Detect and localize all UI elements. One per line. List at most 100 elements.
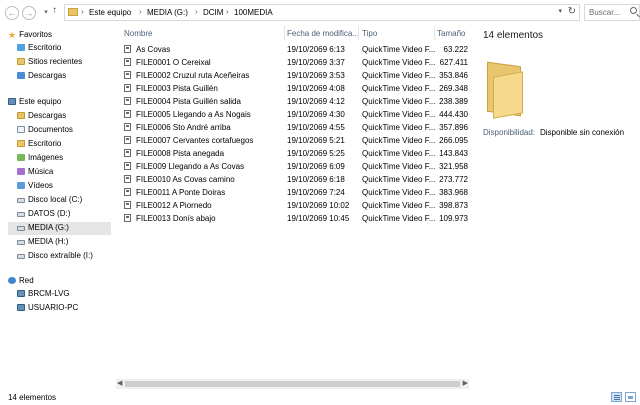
table-row[interactable]: FILE0011 A Ponte Doiras 19/10/2069 7:24 Qu…: [117, 187, 469, 199]
video-file-icon: [124, 175, 131, 183]
table-row[interactable]: FILE0012 A Piornedo 19/10/2069 10:02 Quick…: [117, 200, 469, 212]
video-file-icon: [124, 71, 131, 79]
nav-item-media-h[interactable]: MEDIA (H:): [17, 237, 68, 249]
video-file-icon: [124, 136, 131, 144]
table-row[interactable]: FILE0002 Cruzul ruta Aceñeiras 19/10/2069…: [117, 70, 469, 82]
scrollbar-thumb[interactable]: [125, 381, 460, 387]
file-size: 266.095: [439, 136, 468, 145]
table-row[interactable]: FILE0010 As Covas camino 19/10/2069 6:18 Q…: [117, 174, 469, 186]
chevron-right-icon[interactable]: ›: [139, 7, 142, 16]
chevron-right-icon[interactable]: ›: [195, 7, 198, 16]
column-divider[interactable]: [358, 26, 359, 40]
desktop-folder-icon: [17, 140, 25, 147]
horizontal-scrollbar[interactable]: ◀ ▶: [116, 379, 469, 389]
nav-item-media-g[interactable]: MEDIA (G:): [8, 222, 111, 235]
chevron-right-icon[interactable]: ›: [81, 7, 84, 16]
nav-label: MEDIA (H:): [28, 237, 69, 246]
removable-drive-icon: [17, 254, 25, 259]
table-row[interactable]: As Covas 19/10/2069 6:13 QuickTime Video F…: [117, 44, 469, 56]
search-icon[interactable]: [630, 7, 637, 14]
scroll-right-arrow-icon[interactable]: ▶: [463, 379, 468, 387]
file-type: QuickTime Video F...: [362, 71, 436, 80]
nav-label: Favoritos: [19, 30, 52, 39]
nav-item-descargas[interactable]: Descargas: [17, 111, 66, 123]
column-divider[interactable]: [434, 26, 435, 40]
breadcrumb-media-g[interactable]: MEDIA (G:): [147, 8, 188, 17]
nav-label: Imágenes: [28, 153, 64, 162]
column-header-type[interactable]: Tipo: [362, 29, 377, 43]
search-placeholder: Buscar...: [589, 8, 621, 17]
nav-favorites[interactable]: ★ Favoritos: [8, 30, 52, 42]
file-date: 19/10/2069 10:45: [287, 214, 350, 223]
file-size: 353.846: [439, 71, 468, 80]
details-view-button[interactable]: [611, 392, 622, 402]
nav-this-pc[interactable]: Este equipo: [8, 97, 61, 109]
breadcrumb-este-equipo[interactable]: Este equipo: [89, 8, 131, 17]
table-row[interactable]: FILE0005 Llegando a As Nogais 19/10/2069 …: [117, 109, 469, 121]
chevron-down-icon[interactable]: ▾: [558, 7, 562, 15]
nav-item-descargas-fav[interactable]: Descargas: [17, 71, 66, 83]
network-computer-icon: [17, 290, 25, 297]
folder-icon: [68, 8, 78, 16]
video-file-icon: [124, 97, 131, 105]
nav-item-usuario-pc[interactable]: USUARIO-PC: [17, 303, 78, 315]
recent-locations-icon[interactable]: ▾: [39, 6, 53, 20]
table-row[interactable]: FILE0001 O Cereixal 19/10/2069 3:37 QuickT…: [117, 57, 469, 69]
nav-item-imagenes[interactable]: Imágenes: [17, 153, 63, 165]
nav-label: Descargas: [28, 71, 67, 80]
breadcrumb-dcim[interactable]: DCIM: [203, 8, 223, 17]
nav-label: Red: [19, 276, 34, 285]
nav-item-brcm-lvg[interactable]: BRCM-LVG: [17, 289, 70, 301]
table-row[interactable]: FILE0004 Pista Guillén salida 19/10/2069 …: [117, 96, 469, 108]
nav-label: MEDIA (G:): [28, 223, 69, 232]
nav-item-escritorio-pc[interactable]: Escritorio: [17, 139, 61, 151]
nav-item-escritorio[interactable]: Escritorio: [17, 43, 61, 55]
scroll-left-arrow-icon[interactable]: ◀: [117, 379, 122, 387]
nav-label: Sitios recientes: [28, 57, 83, 66]
nav-network[interactable]: Red: [8, 276, 34, 288]
column-header-size[interactable]: Tamaño: [437, 29, 465, 43]
table-row[interactable]: FILE0013 Donís abajo 19/10/2069 10:45 Quic…: [117, 213, 469, 225]
details-view-line: [614, 397, 620, 398]
table-row[interactable]: FILE0006 Sto André arriba 19/10/2069 4:55…: [117, 122, 469, 134]
video-file-icon: [124, 214, 131, 222]
chevron-right-icon[interactable]: ›: [226, 7, 229, 16]
nav-item-musica[interactable]: Música: [17, 167, 53, 179]
file-size: 321.958: [439, 162, 468, 171]
nav-label: Disco extraíble (I:): [28, 251, 93, 260]
refresh-icon[interactable]: ↻: [568, 6, 576, 17]
table-row[interactable]: FILE009 Llegando a As Covas 19/10/2069 6:…: [117, 161, 469, 173]
item-count: 14 elementos: [483, 30, 544, 41]
network-computer-icon: [17, 304, 25, 311]
nav-label: Vídeos: [28, 181, 53, 190]
back-button[interactable]: ←: [5, 6, 19, 20]
file-size: 383.968: [439, 188, 468, 197]
column-header-name[interactable]: Nombre: [124, 29, 152, 43]
large-icons-view-button[interactable]: [625, 392, 636, 402]
column-divider[interactable]: [284, 26, 285, 40]
search-input[interactable]: Buscar...: [584, 4, 640, 21]
table-row[interactable]: FILE0007 Cervantes cortafuegos 19/10/2069…: [117, 135, 469, 147]
download-icon: [17, 72, 25, 79]
nav-item-disco-local-c[interactable]: Disco local (C:): [17, 195, 82, 207]
nav-label: Música: [28, 167, 54, 176]
up-arrow-icon[interactable]: ↑: [52, 5, 57, 16]
nav-item-documentos[interactable]: Documentos: [17, 125, 73, 137]
nav-item-datos-d[interactable]: DATOS (D:): [17, 209, 70, 221]
file-size: 143.843: [439, 149, 468, 158]
file-date: 19/10/2069 5:25: [287, 149, 345, 158]
table-row[interactable]: FILE0008 Pista anegada 19/10/2069 5:25 Qui…: [117, 148, 469, 160]
nav-label: Escritorio: [28, 139, 62, 148]
table-row[interactable]: FILE0003 Pista Guillén 19/10/2069 4:08 Qui…: [117, 83, 469, 95]
drive-icon: [17, 198, 25, 203]
column-header-date[interactable]: Fecha de modifica...: [287, 29, 359, 43]
nav-item-sitios-recientes[interactable]: Sitios recientes: [17, 57, 82, 69]
file-name: FILE0002 Cruzul ruta Aceñeiras: [136, 71, 250, 80]
breadcrumb-100media[interactable]: 100MEDIA: [234, 8, 273, 17]
address-bar[interactable]: › Este equipo › MEDIA (G:) › DCIM › 100M…: [64, 4, 580, 21]
nav-item-disco-extraible-i[interactable]: Disco extraíble (I:): [17, 251, 93, 263]
forward-button[interactable]: →: [22, 6, 36, 20]
nav-item-videos[interactable]: Vídeos: [17, 181, 53, 193]
video-file-icon: [124, 84, 131, 92]
file-date: 19/10/2069 10:02: [287, 201, 350, 210]
